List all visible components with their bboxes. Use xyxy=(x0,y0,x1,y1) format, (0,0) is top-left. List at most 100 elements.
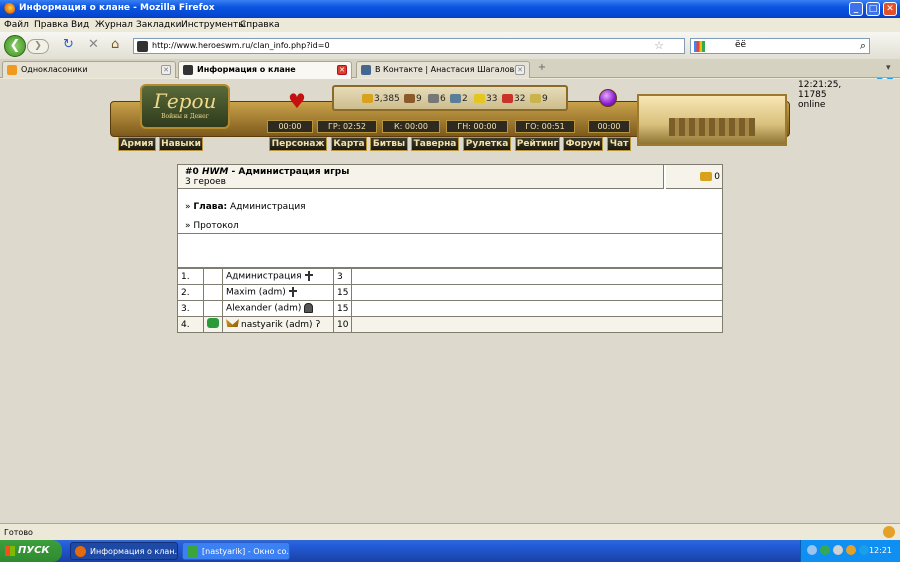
tab-list-icon[interactable]: ▾ xyxy=(886,63,891,73)
odnoklassniki-icon xyxy=(7,65,17,75)
windows-taskbar: ПУСК Информация о клан... [nastyarik] - … xyxy=(0,540,900,562)
clan-gold: 0 xyxy=(666,165,722,189)
menu-history[interactable]: Журнал xyxy=(95,20,133,30)
menu-file[interactable]: Файл xyxy=(4,20,29,30)
member-name-link[interactable]: Администрация xyxy=(226,272,302,282)
maximize-button[interactable]: □ xyxy=(866,2,880,16)
tray-app-icon[interactable] xyxy=(846,545,856,555)
protocol-link[interactable]: Протокол xyxy=(193,221,238,231)
new-tab-button[interactable]: + xyxy=(534,62,550,76)
clan-head-link[interactable]: Администрация xyxy=(230,202,306,212)
tab-close-icon[interactable]: ✕ xyxy=(515,65,525,75)
member-name-cell: Maxim (adm) xyxy=(222,284,334,301)
start-button[interactable]: ПУСК xyxy=(0,540,62,562)
health-heart-icon: ♥ xyxy=(288,89,306,113)
member-clan-cell xyxy=(203,284,223,301)
sulfur-icon xyxy=(474,94,485,103)
member-name-cell: Alexander (adm) xyxy=(222,300,334,317)
tab-close-icon[interactable]: ✕ xyxy=(337,65,347,75)
member-level: 10 xyxy=(332,316,353,333)
resource-wood: 9 xyxy=(404,94,422,104)
url-field[interactable]: http://www.heroeswm.ru/clan_info.php?id=… xyxy=(133,38,685,54)
window-titlebar: Информация о клане - Mozilla Firefox _ □… xyxy=(0,0,900,18)
home-icon[interactable]: ⌂ xyxy=(111,38,119,52)
timer-guild-hunters: ГР: 02:52 xyxy=(317,120,377,133)
firefox-icon xyxy=(75,546,86,557)
castle-image[interactable] xyxy=(637,94,787,146)
tab-vkontakte[interactable]: В Контакте | Анастасия Шагалова ✕ xyxy=(356,61,530,78)
character-button[interactable]: Персонаж xyxy=(269,137,327,151)
tab-close-icon[interactable]: ✕ xyxy=(161,65,171,75)
back-button[interactable]: ❮ xyxy=(4,35,26,57)
admin-cross-icon xyxy=(288,287,297,298)
tab-label: В Контакте | Анастасия Шагалова xyxy=(375,65,520,74)
rating-button[interactable]: Рейтинг xyxy=(515,137,560,151)
url-text: http://www.heroeswm.ru/clan_info.php?id=… xyxy=(152,41,330,50)
resource-ore: 6 xyxy=(428,94,446,104)
member-num: 4. xyxy=(177,316,204,333)
member-extra xyxy=(351,316,723,333)
game-logo[interactable]: Герои Войны и Денег xyxy=(140,84,230,129)
tray-network-icon[interactable] xyxy=(820,545,830,555)
timer-1: 00:00 xyxy=(267,120,313,133)
minimize-button[interactable]: _ xyxy=(849,2,863,16)
forward-button[interactable]: ❯ xyxy=(27,39,49,54)
tab-label: Однокласоники xyxy=(21,65,88,74)
menu-bookmarks[interactable]: Закладки xyxy=(136,20,182,30)
menu-help[interactable]: Справка xyxy=(240,20,280,30)
tray-signal-icon[interactable] xyxy=(833,545,843,555)
site-favicon xyxy=(137,41,148,52)
search-icon[interactable]: ⌕ xyxy=(860,39,866,53)
tab-label: Информация о клане xyxy=(197,65,296,74)
resource-gold: 3,385 xyxy=(362,94,400,104)
timer-gn: ГН: 00:00 xyxy=(446,120,508,133)
member-clan-cell xyxy=(203,316,223,333)
member-name-link[interactable]: Maxim (adm) xyxy=(226,288,286,298)
menu-edit[interactable]: Правка xyxy=(34,20,68,30)
chat-button[interactable]: Чат xyxy=(607,137,631,151)
task-firefox[interactable]: Информация о клан... xyxy=(70,542,178,560)
stop-icon[interactable]: ✕ xyxy=(88,38,99,52)
member-level: 15 xyxy=(332,300,353,317)
server-clock: 12:21:25, 11785 online xyxy=(798,80,842,110)
resource-sulfur: 33 xyxy=(474,94,497,104)
tavern-button[interactable]: Таверна xyxy=(411,137,459,151)
clan-emblem-icon[interactable] xyxy=(207,318,219,328)
table-row: 4. nastyarik (adm) ʔ 10 xyxy=(177,316,723,333)
skills-button[interactable]: Навыки xyxy=(159,137,203,151)
menu-tools[interactable]: Инструменты xyxy=(181,20,245,30)
close-button[interactable]: ✕ xyxy=(883,2,897,16)
table-row: 3. Alexander (adm) 15 xyxy=(177,300,723,317)
roulette-button[interactable]: Рулетка xyxy=(463,137,511,151)
menu-view[interactable]: Вид xyxy=(71,20,89,30)
reload-icon[interactable]: ↻ xyxy=(63,38,74,52)
logo-text: Герои xyxy=(153,89,217,113)
member-name-link[interactable]: Alexander (adm) xyxy=(226,304,301,314)
mercury-icon xyxy=(450,94,461,103)
task-chat-window[interactable]: [nastyarik] - Окно со... xyxy=(182,542,290,560)
tab-clan-info[interactable]: Информация о клане ✕ xyxy=(178,61,352,79)
addon-icon[interactable] xyxy=(883,526,895,538)
google-icon[interactable] xyxy=(694,41,705,52)
member-name-link[interactable]: nastyarik (adm) xyxy=(241,320,313,330)
tray-skype-icon[interactable] xyxy=(859,545,869,555)
forum-button[interactable]: Форум xyxy=(563,137,603,151)
search-field[interactable]: ёё ⌕ xyxy=(690,38,870,54)
bookmark-star-icon[interactable]: ☆ xyxy=(654,39,664,52)
battles-button[interactable]: Битвы xyxy=(370,137,408,151)
resource-mercury: 2 xyxy=(450,94,468,104)
tab-odnoklassniki[interactable]: Однокласоники ✕ xyxy=(2,61,176,78)
admin-cross-icon xyxy=(304,271,313,282)
member-level: 3 xyxy=(332,268,353,285)
resource-crystal: 32 xyxy=(502,94,525,104)
gold-icon xyxy=(362,94,373,103)
knight-helm-icon xyxy=(304,303,314,314)
divider xyxy=(178,233,722,234)
member-extra xyxy=(351,300,723,317)
army-button[interactable]: Армия xyxy=(118,137,156,151)
map-button[interactable]: Карта xyxy=(331,137,367,151)
game-header: Герои Войны и Денег ♥ 3,385 9 6 2 33 32 … xyxy=(110,79,841,154)
tray-arrow-icon[interactable] xyxy=(807,545,817,555)
clan-info-panel: #0 HWM - Администрация игры 3 героев 0 »… xyxy=(177,164,723,268)
timer-k: К: 00:00 xyxy=(382,120,440,133)
